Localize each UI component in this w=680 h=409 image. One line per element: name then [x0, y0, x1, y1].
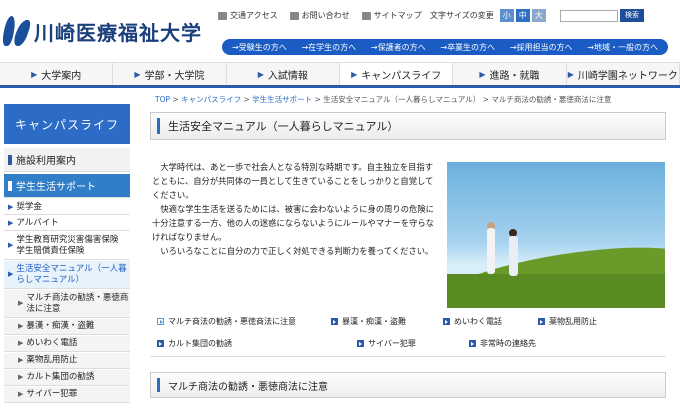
intro-paragraph: 快適な学生生活を送るためには、被害に会わないように身の周りの危険に十分注意する一… [152, 204, 434, 242]
font-size-switcher: 文字サイズの変更 小 中 大 [430, 9, 546, 22]
audience-students[interactable]: →在学生の方へ [301, 42, 356, 53]
divider [150, 356, 666, 357]
logo-text: 川崎医療福祉大学 [34, 20, 202, 45]
arrow-box-icon [331, 318, 338, 325]
link-emergency-contacts[interactable]: 非常時の連絡先 [469, 338, 536, 349]
sidebar: キャンパスライフ 施設利用案内 学生生活サポート ▶ 奨学金 ▶ アルバイト ▶ 学生… [0, 104, 132, 409]
arrow-box-icon [157, 340, 164, 347]
breadcrumb-current: マルチ商法の勧誘・悪徳商法に注意 [491, 95, 612, 104]
intro-paragraph: いろいろなことに自分の力で正しく対処できる判断力を養ってください。 [160, 246, 434, 256]
campus-photo [447, 162, 665, 308]
link-cult[interactable]: カルト集団の勧誘 [157, 338, 232, 349]
sidebar-subitem-cult[interactable]: ▶ カルト集団の勧誘 [4, 370, 130, 386]
arrow-icon: ▶ [18, 322, 24, 330]
arrow-icon: ▶ [18, 373, 24, 381]
sidebar-item-scholarship[interactable]: ▶ 奨学金 [4, 200, 130, 215]
search-input[interactable] [560, 10, 618, 22]
sidebar-title[interactable]: キャンパスライフ [4, 104, 130, 144]
gnav-campus-life[interactable]: ▶ キャンパスライフ [339, 63, 454, 85]
arrow-icon: ▶ [8, 202, 14, 211]
breadcrumb-campus[interactable]: キャンパスライフ [181, 95, 241, 104]
audience-nav: →受験生の方へ →在学生の方へ →保護者の方へ →卒業生の方へ →採用担当の方へ… [222, 39, 668, 55]
access-link[interactable]: 交通アクセス [218, 10, 278, 21]
sidebar-item-insurance[interactable]: ▶ 学生教育研究災害傷害保険 学生賠償責任保険 [4, 232, 130, 260]
audience-recruiters[interactable]: →採用担当の方へ [510, 42, 573, 53]
font-small-button[interactable]: 小 [499, 9, 514, 22]
sidebar-item-student-support[interactable]: 学生生活サポート [4, 174, 130, 198]
arrow-icon: ▶ [8, 218, 14, 227]
sitemap-link[interactable]: サイトマップ [361, 10, 422, 21]
title-bar-icon [157, 118, 160, 134]
arrow-icon: ▶ [18, 339, 24, 347]
train-icon [218, 11, 227, 20]
sidebar-item-part-time[interactable]: ▶ アルバイト [4, 216, 130, 231]
title-bar-icon [157, 378, 160, 392]
sidebar-subitem-nuisance-calls[interactable]: ▶ めいわく電話 [4, 336, 130, 352]
gnav-faculties[interactable]: ▶ 学部・大学院 [113, 63, 227, 85]
breadcrumb: TOP > キャンパスライフ > 学生生活サポート > 生活安全マニュアル（一人… [155, 95, 612, 104]
sidebar-subitem-multilevel[interactable]: ▶ マルチ商法の勧誘・悪徳商法に注意 [4, 290, 130, 318]
sidebar-subitem-drugs[interactable]: ▶ 薬物乱用防止 [4, 353, 130, 369]
arrow-icon: ▶ [479, 69, 486, 79]
audience-applicants[interactable]: →受験生の方へ [232, 42, 287, 53]
breadcrumb-top[interactable]: TOP [155, 95, 170, 104]
gnav-careers[interactable]: ▶ 進路・就職 [453, 63, 567, 85]
sidebar-subitem-assault[interactable]: ▶ 暴漢・痴漢・盗難 [4, 319, 130, 335]
arrow-icon: ▶ [351, 69, 358, 79]
arrow-icon: ▶ [31, 69, 38, 79]
arrow-icon: ▶ [134, 69, 141, 79]
arrow-box-icon [357, 340, 364, 347]
sitemap-icon [361, 11, 371, 20]
font-medium-button[interactable]: 中 [515, 9, 530, 22]
link-assault[interactable]: 暴漢・痴漢・盗難 [331, 316, 406, 327]
audience-graduates[interactable]: →卒業生の方へ [440, 42, 495, 53]
sidebar-item-safety-manual[interactable]: ▶ 生活安全マニュアル（一人暮らしマニュアル） [4, 261, 130, 289]
gnav-network[interactable]: ▶ 川崎学園ネットワーク [567, 63, 680, 85]
intro-paragraph: 大学時代は、あと一歩で社会人となる特別な時期です。自主独立を目指すとともに、自分… [152, 162, 434, 200]
arrow-box-icon [157, 318, 164, 325]
arrow-icon: ▶ [8, 270, 14, 278]
sidebar-item-facilities[interactable]: 施設利用案内 [4, 148, 130, 172]
page-title: 生活安全マニュアル（一人暮らしマニュアル） [150, 112, 666, 140]
arrow-icon: ▶ [567, 69, 574, 79]
global-nav: ▶ 大学案内 ▶ 学部・大学院 ▶ 入試情報 ▶ キャンパスライフ ▶ 進路・就職 ▶ 川崎… [0, 62, 680, 88]
square-icon [8, 180, 12, 191]
intro-text: 大学時代は、あと一歩で社会人となる特別な時期です。自主独立を目指すとともに、自分… [152, 160, 440, 258]
section-title: マルチ商法の勧誘・悪徳商法に注意 [150, 372, 666, 398]
arrow-icon: ▶ [18, 390, 24, 398]
audience-community[interactable]: →地域・一般の方へ [587, 42, 658, 53]
arrow-icon: ▶ [18, 356, 24, 364]
link-nuisance-calls[interactable]: めいわく電話 [443, 316, 502, 327]
square-icon [8, 154, 12, 165]
arrow-icon: ▶ [257, 69, 264, 79]
arrow-icon: ▶ [18, 299, 24, 307]
search-button[interactable]: 検索 [620, 9, 644, 22]
university-logo[interactable]: 川崎医療福祉大学 [1, 14, 202, 48]
breadcrumb-support[interactable]: 学生生活サポート [252, 95, 312, 104]
gnav-admissions[interactable]: ▶ 入試情報 [227, 63, 340, 85]
breadcrumb-manual[interactable]: 生活安全マニュアル（一人暮らしマニュアル） [323, 95, 480, 104]
link-cybercrime[interactable]: サイバー犯罪 [357, 338, 416, 349]
arrow-box-icon [443, 318, 450, 325]
contact-link[interactable]: お問い合わせ [289, 10, 350, 21]
font-size-label: 文字サイズの変更 [430, 11, 494, 20]
audience-guardians[interactable]: →保護者の方へ [371, 42, 426, 53]
sidebar-subitem-cybercrime[interactable]: ▶ サイバー犯罪 [4, 387, 130, 403]
font-large-button[interactable]: 大 [531, 9, 546, 22]
arrow-box-icon [469, 340, 476, 347]
arrow-icon: ▶ [8, 241, 14, 249]
logo-mark-icon [1, 14, 33, 48]
arrow-box-icon [538, 318, 545, 325]
mail-icon [289, 11, 299, 20]
site-header: 川崎医療福祉大学 交通アクセス お問い合わせ サイトマップ 文字サイズの変更 小… [0, 0, 680, 62]
gnav-about[interactable]: ▶ 大学案内 [0, 63, 114, 85]
utility-links: 交通アクセス お問い合わせ サイトマップ [218, 10, 422, 21]
link-drugs[interactable]: 薬物乱用防止 [538, 316, 597, 327]
link-multilevel[interactable]: マルチ商法の勧誘・悪徳商法に注意 [157, 316, 296, 327]
